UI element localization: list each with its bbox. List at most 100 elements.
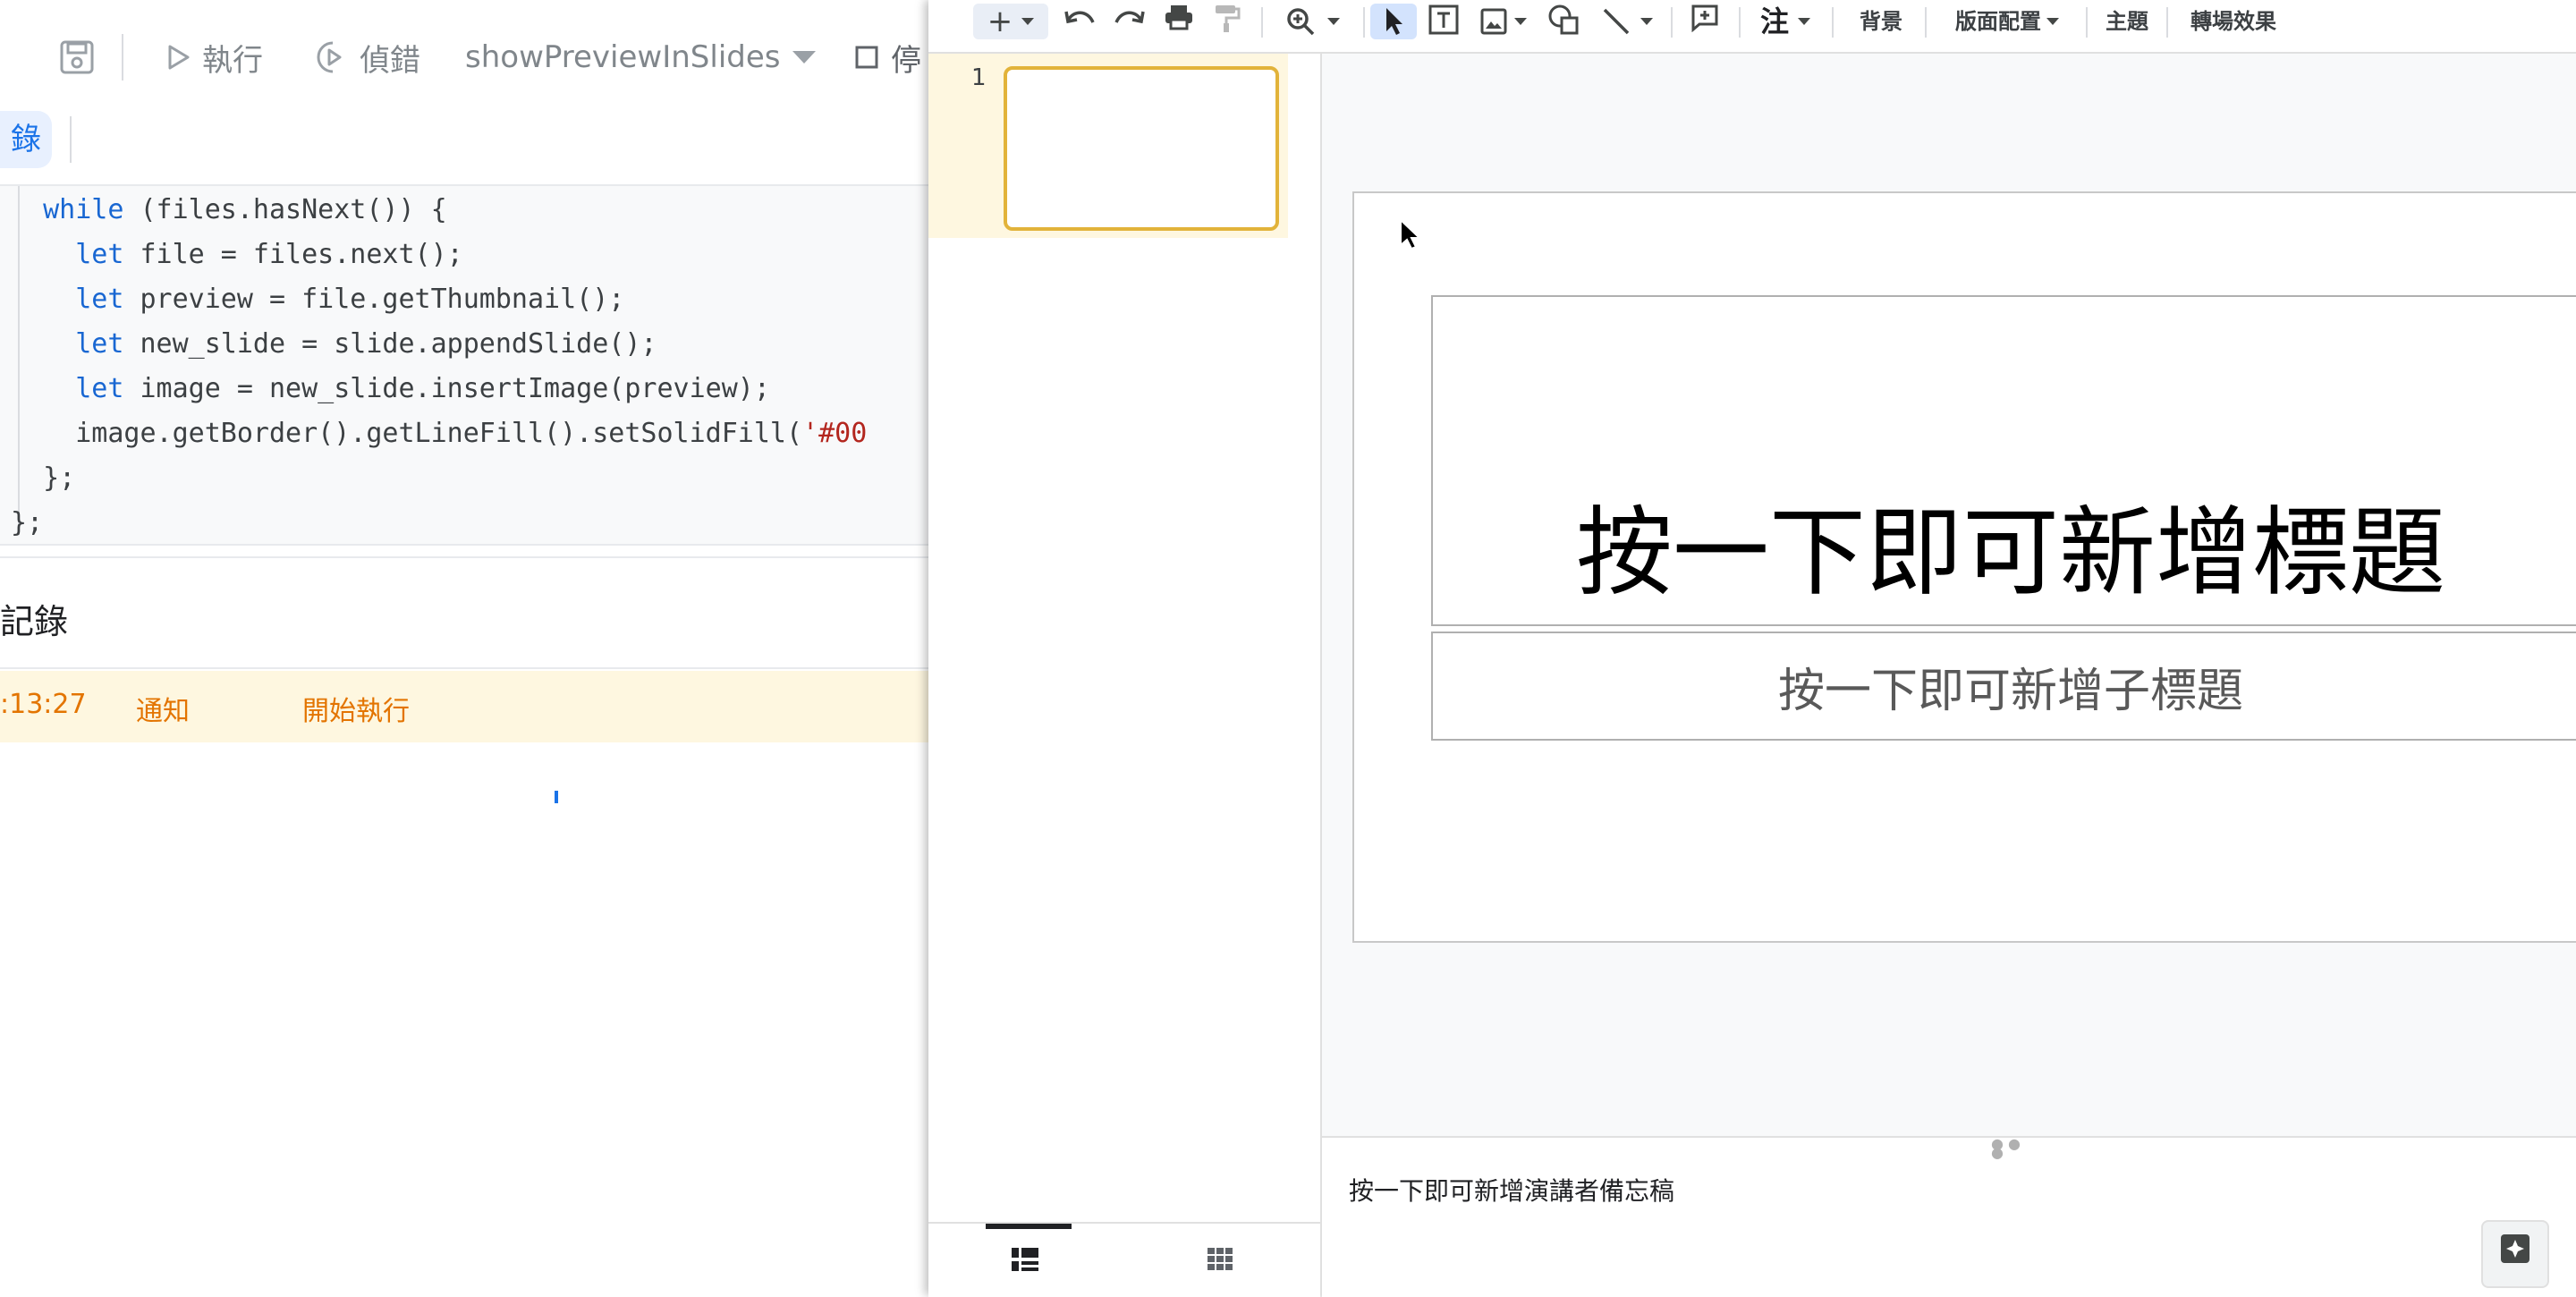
save-icon[interactable]	[59, 39, 95, 75]
stop-icon	[855, 46, 878, 69]
code-line: let image = new_slide.insertImage(previe…	[11, 367, 770, 411]
line-button[interactable]	[1596, 4, 1658, 39]
code-text: };	[43, 462, 76, 494]
code-keyword: let	[75, 328, 124, 360]
insert-image-button[interactable]	[1474, 4, 1533, 39]
code-keyword: while	[43, 194, 124, 225]
run-label: 執行	[202, 42, 263, 79]
chevron-down-icon	[1798, 18, 1810, 25]
debug-label: 偵錯	[360, 42, 420, 79]
function-name: showPreviewInSlides	[465, 39, 781, 75]
text-style-button[interactable]: 注	[1751, 4, 1819, 39]
run-button[interactable]: 執行	[166, 34, 263, 81]
select-tool-button[interactable]	[1370, 4, 1417, 39]
background-button[interactable]: 背景	[1844, 4, 1918, 39]
code-text: image = new_slide.insertImage(preview);	[123, 373, 770, 404]
paint-format-icon	[1216, 5, 1241, 32]
image-icon	[1480, 8, 1507, 35]
add-comment-icon	[1691, 4, 1718, 33]
code-line: while (files.hasNext()) {	[11, 188, 447, 233]
toolbar-divider	[1925, 7, 1927, 38]
toolbar-divider	[122, 34, 123, 81]
execution-log-toggle[interactable]: 錄	[0, 111, 52, 168]
code-line: let file = files.next();	[11, 233, 462, 277]
layout-button[interactable]: 版面配置	[1937, 4, 2077, 39]
log-panel-title: 記錄	[0, 602, 69, 641]
stop-label: 停	[891, 42, 921, 79]
explore-button[interactable]	[2481, 1220, 2549, 1288]
code-editor[interactable]: while (files.hasNext()) { let file = fil…	[0, 184, 930, 546]
subtitle-placeholder-text: 按一下即可新增子標題	[1777, 664, 2243, 718]
transition-button[interactable]: 轉場效果	[2179, 4, 2288, 39]
log-level: 通知	[136, 696, 190, 727]
code-text: image.getBorder().getLineFill().setSolid…	[75, 418, 803, 449]
slide-filmstrip: 1	[928, 54, 1322, 1297]
comment-button[interactable]	[1685, 4, 1724, 39]
text-style-label: 注	[1759, 4, 1789, 38]
print-button[interactable]	[1159, 4, 1199, 39]
execution-log-panel: 記錄 :13:27 通知 開始執行	[0, 556, 930, 1295]
toolbar-divider	[1671, 7, 1673, 38]
title-placeholder[interactable]: 按一下即可新增標題	[1431, 295, 2576, 626]
debug-button[interactable]: 偵錯	[315, 34, 420, 81]
code-text: (files.hasNext()) {	[123, 194, 447, 225]
plus-icon: +	[987, 4, 1013, 39]
printer-icon	[1165, 5, 1192, 30]
code-text: preview = file.getThumbnail();	[123, 284, 625, 315]
code-text: new_slide = slide.appendSlide();	[123, 328, 657, 360]
slide-number: 1	[971, 64, 987, 91]
toolbar-divider	[1739, 7, 1741, 38]
filmstrip-row-selected[interactable]: 1	[928, 54, 1288, 238]
new-slide-button[interactable]: +	[973, 4, 1048, 39]
theme-button[interactable]: 主題	[2097, 4, 2157, 39]
speaker-notes-placeholder[interactable]: 按一下即可新增演講者備忘稿	[1349, 1172, 1674, 1208]
text-box-icon	[1428, 4, 1459, 35]
pointer-icon	[1386, 8, 1402, 35]
code-keyword: let	[75, 373, 124, 404]
zoom-button[interactable]	[1277, 4, 1349, 39]
chevron-down-icon	[1327, 18, 1340, 25]
zoom-icon	[1287, 8, 1315, 36]
undo-icon	[1064, 11, 1095, 24]
apps-script-editor: 執行 偵錯 showPreviewInSlides 停 錄 while (fil…	[0, 0, 930, 1295]
filmstrip-view-button[interactable]	[1007, 1243, 1043, 1279]
subtitle-placeholder[interactable]: 按一下即可新增子標題	[1431, 632, 2576, 741]
code-string: '#00	[802, 418, 868, 449]
chevron-down-icon	[1514, 18, 1527, 25]
shape-button[interactable]	[1544, 4, 1583, 39]
code-line: let new_slide = slide.appendSlide();	[11, 322, 657, 367]
paint-format-button[interactable]	[1208, 4, 1247, 39]
title-placeholder-text: 按一下即可新增標題	[1575, 497, 2445, 609]
stop-button[interactable]: 停	[855, 34, 921, 81]
code-keyword: let	[75, 239, 124, 270]
chevron-down-icon	[2046, 18, 2059, 25]
grid-view-button[interactable]	[1202, 1243, 1238, 1279]
toolbar-divider	[1363, 7, 1365, 38]
layout-label: 版面配置	[1955, 9, 2041, 34]
redo-button[interactable]	[1109, 4, 1148, 39]
code-line: let preview = file.getThumbnail();	[11, 277, 624, 322]
slide-thumbnail[interactable]	[1004, 66, 1279, 231]
function-selector[interactable]: showPreviewInSlides	[465, 34, 817, 81]
slides-toolbar: + 注 背景 版面配置 主題 轉場效果	[928, 0, 2576, 54]
play-icon	[168, 45, 190, 70]
redo-icon	[1114, 11, 1145, 24]
code-keyword: let	[75, 284, 124, 315]
log-message: 開始執行	[302, 696, 410, 727]
notes-resize-handle[interactable]: ● ● ●	[1991, 1137, 2027, 1160]
active-view-indicator	[986, 1224, 1072, 1229]
speaker-notes-panel[interactable]: ● ● ● 按一下即可新增演講者備忘稿	[1322, 1136, 2576, 1297]
toolbar-divider	[2086, 7, 2088, 38]
text-box-button[interactable]	[1424, 4, 1463, 39]
line-icon	[1603, 8, 1630, 35]
shape-icon	[1548, 4, 1579, 35]
editor-toolbar: 執行 偵錯 showPreviewInSlides 停	[0, 0, 930, 113]
debug-icon	[317, 41, 342, 73]
undo-button[interactable]	[1061, 4, 1100, 39]
